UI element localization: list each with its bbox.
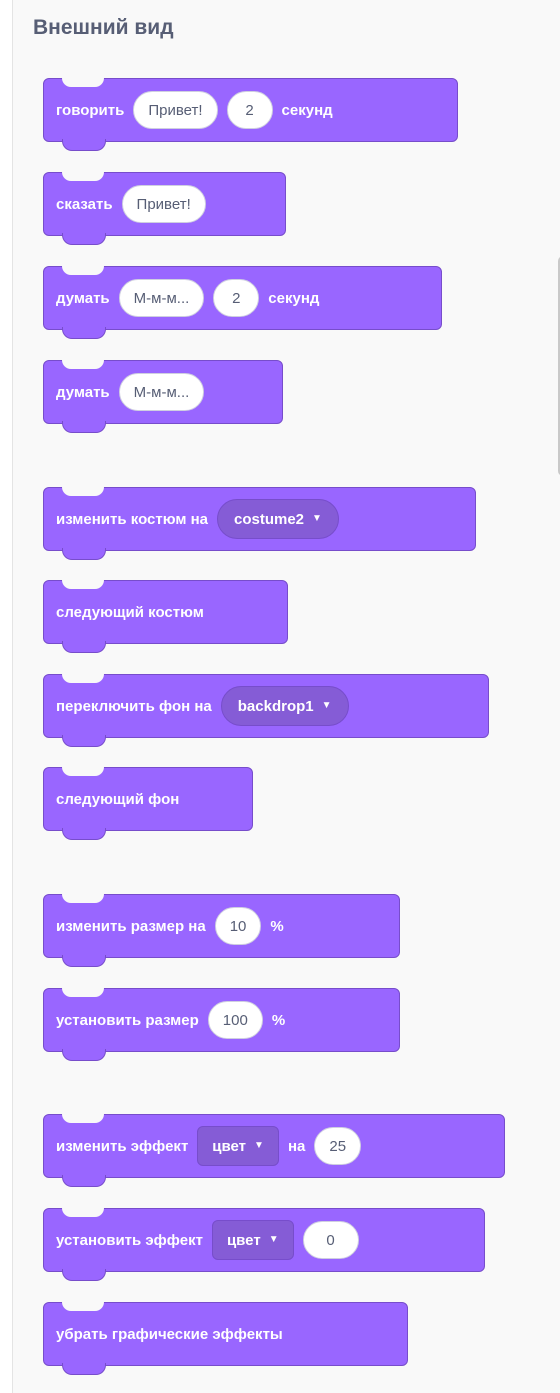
block-label: думать xyxy=(56,383,110,401)
category-title: Внешний вид xyxy=(33,16,174,39)
change-size-block[interactable]: изменить размер на 10 % xyxy=(43,894,400,967)
block-label: следующий костюм xyxy=(56,603,204,621)
say-block[interactable]: сказать Привет! xyxy=(43,172,286,245)
set-size-block[interactable]: установить размер 100 % xyxy=(43,988,400,1061)
change-effect-block[interactable]: изменить эффект цвет ▼ на 25 xyxy=(43,1114,505,1187)
effect-amount-input[interactable]: 25 xyxy=(314,1127,362,1165)
think-block[interactable]: думать М-м-м... xyxy=(43,360,283,433)
block-label: убрать графические эффекты xyxy=(56,1325,283,1343)
percent-label: % xyxy=(270,917,284,935)
backdrop-value: backdrop1 xyxy=(237,697,314,715)
secs-label: секунд xyxy=(268,289,320,307)
block-palette: Внешний вид говорить Привет! 2 секунд ск… xyxy=(13,0,560,1393)
message-input[interactable]: Привет! xyxy=(121,185,206,223)
block-label: следующий фон xyxy=(56,790,180,808)
set-effect-block[interactable]: установить эффект цвет ▼ 0 xyxy=(43,1208,485,1281)
left-border xyxy=(0,0,13,1393)
effect-dropdown[interactable]: цвет ▼ xyxy=(211,1220,294,1260)
size-input[interactable]: 10 xyxy=(214,907,262,945)
by-label: на xyxy=(287,1137,306,1155)
effect-dropdown[interactable]: цвет ▼ xyxy=(197,1126,279,1166)
caret-down-icon: ▼ xyxy=(312,513,322,524)
block-label: установить эффект xyxy=(56,1231,203,1249)
block-label: думать xyxy=(56,289,110,307)
next-backdrop-block[interactable]: следующий фон xyxy=(43,767,253,840)
block-label: говорить xyxy=(56,101,125,119)
block-label: изменить костюм на xyxy=(56,510,208,528)
block-label: изменить эффект xyxy=(56,1137,189,1155)
effect-value-input[interactable]: 0 xyxy=(302,1221,359,1259)
say-for-secs-block[interactable]: говорить Привет! 2 секунд xyxy=(43,78,458,151)
next-costume-block[interactable]: следующий костюм xyxy=(43,580,288,653)
switch-backdrop-block[interactable]: переключить фон на backdrop1 ▼ xyxy=(43,674,489,747)
costume-dropdown[interactable]: costume2 ▼ xyxy=(217,499,339,539)
effect-value: цвет xyxy=(212,1137,247,1155)
caret-down-icon: ▼ xyxy=(268,1234,279,1245)
secs-input[interactable]: 2 xyxy=(213,279,260,317)
caret-down-icon: ▼ xyxy=(321,700,332,711)
message-input[interactable]: М-м-м... xyxy=(118,279,205,317)
scrollbar-track[interactable] xyxy=(553,0,560,1393)
block-label: установить размер xyxy=(56,1011,199,1029)
secs-label: секунд xyxy=(281,101,333,119)
effect-value: цвет xyxy=(226,1231,261,1249)
switch-costume-block[interactable]: изменить костюм на costume2 ▼ xyxy=(43,487,476,560)
percent-label: % xyxy=(271,1011,286,1029)
caret-down-icon: ▼ xyxy=(254,1140,264,1151)
secs-input[interactable]: 2 xyxy=(226,91,273,129)
backdrop-dropdown[interactable]: backdrop1 ▼ xyxy=(220,686,349,726)
size-input[interactable]: 100 xyxy=(207,1001,263,1039)
clear-effects-block[interactable]: убрать графические эффекты xyxy=(43,1302,408,1375)
costume-value: costume2 xyxy=(234,510,305,528)
message-input[interactable]: Привет! xyxy=(133,91,218,129)
block-label: переключить фон на xyxy=(56,697,212,715)
message-input[interactable]: М-м-м... xyxy=(118,373,205,411)
think-for-secs-block[interactable]: думать М-м-м... 2 секунд xyxy=(43,266,442,339)
block-label: сказать xyxy=(56,195,113,213)
block-label: изменить размер на xyxy=(56,917,206,935)
